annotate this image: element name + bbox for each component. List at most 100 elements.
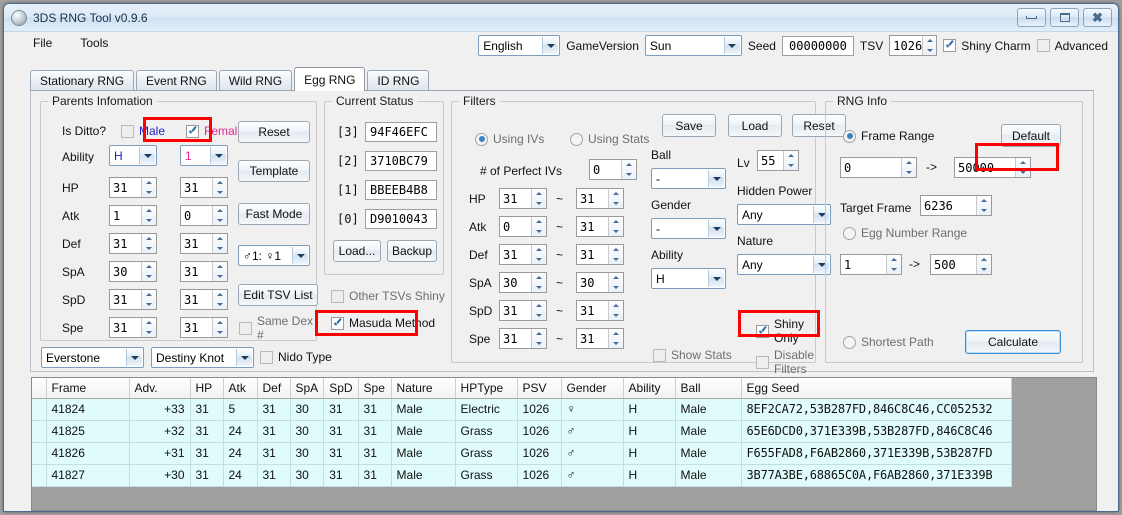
- spin-down-icon[interactable]: [1016, 168, 1030, 178]
- column-header-def[interactable]: Def: [257, 378, 291, 399]
- spin-buttons[interactable]: [212, 262, 227, 281]
- spin-down-icon[interactable]: [532, 311, 546, 321]
- target-frame-stepper[interactable]: 6236: [920, 195, 992, 216]
- ability-male-select[interactable]: H: [109, 145, 157, 166]
- parent-male-spa-stepper[interactable]: 30: [109, 261, 157, 282]
- hidden-power-select[interactable]: Any: [737, 204, 831, 225]
- cell-ability[interactable]: H: [623, 464, 676, 487]
- cell-nature[interactable]: Male: [391, 420, 456, 443]
- egg-to-stepper[interactable]: 500: [930, 254, 992, 275]
- fast-mode-button[interactable]: Fast Mode: [238, 203, 310, 225]
- spin-down-icon[interactable]: [609, 255, 623, 265]
- cell-psv[interactable]: 1026: [517, 464, 562, 487]
- spin-up-icon[interactable]: [609, 273, 623, 283]
- default-button[interactable]: Default: [1001, 124, 1061, 147]
- cell-hp[interactable]: 31: [190, 398, 224, 421]
- filters-load-button[interactable]: Load: [728, 114, 782, 137]
- spin-buttons[interactable]: [212, 178, 227, 197]
- spin-up-icon[interactable]: [213, 318, 227, 328]
- filter-spe-max-stepper[interactable]: 31: [576, 328, 624, 349]
- cell-nature[interactable]: Male: [391, 442, 456, 465]
- parent-female-spd-stepper[interactable]: 31: [180, 289, 228, 310]
- menu-item-file[interactable]: File: [30, 35, 55, 51]
- parent-female-def-stepper[interactable]: 31: [180, 233, 228, 254]
- filter-def-max-stepper[interactable]: 31: [576, 244, 624, 265]
- calculate-button[interactable]: Calculate: [965, 330, 1061, 354]
- cell-spd[interactable]: 31: [323, 442, 359, 465]
- cell-def[interactable]: 31: [257, 420, 291, 443]
- status-seed-input-0[interactable]: 94F46EFC: [365, 122, 437, 142]
- spin-buttons[interactable]: [212, 206, 227, 225]
- column-header-hptype[interactable]: HPType: [455, 378, 518, 399]
- cell-spd[interactable]: 31: [323, 464, 359, 487]
- spin-up-icon[interactable]: [784, 151, 798, 161]
- cell-def[interactable]: 31: [257, 442, 291, 465]
- spin-up-icon[interactable]: [142, 262, 156, 272]
- cell-spd[interactable]: 31: [323, 398, 359, 421]
- spin-buttons[interactable]: [886, 255, 901, 274]
- close-button[interactable]: ✖: [1083, 8, 1112, 27]
- spin-buttons[interactable]: [212, 318, 227, 337]
- spin-down-icon[interactable]: [142, 300, 156, 310]
- table-row[interactable]: 41825 +32 31 24 31 30 31 31 Male Grass 1026 ♂ H Male 6…: [32, 420, 1012, 443]
- language-select[interactable]: English: [478, 35, 561, 56]
- cell-frame[interactable]: 41825: [46, 420, 130, 443]
- shortest-path-radio[interactable]: Shortest Path: [843, 335, 934, 349]
- cell-egg-seed[interactable]: 3B77A3BE,68865C0A,F6AB2860,371E339B: [741, 464, 1012, 487]
- spin-buttons[interactable]: [141, 318, 156, 337]
- cell-psv[interactable]: 1026: [517, 442, 562, 465]
- cell-gender[interactable]: ♂: [561, 420, 624, 443]
- spin-buttons[interactable]: [531, 189, 546, 208]
- spin-buttons[interactable]: [976, 196, 991, 215]
- spin-up-icon[interactable]: [609, 301, 623, 311]
- column-header-psv[interactable]: PSV: [517, 378, 562, 399]
- table-row[interactable]: 41827 +30 31 24 31 30 31 31 Male Grass 1026 ♂ H Male 3…: [32, 464, 1012, 487]
- masuda-method-checkbox[interactable]: Masuda Method: [331, 316, 435, 330]
- tsv-stepper[interactable]: 1026: [889, 35, 938, 56]
- spin-up-icon[interactable]: [213, 290, 227, 300]
- spin-up-icon[interactable]: [213, 206, 227, 216]
- spin-up-icon[interactable]: [142, 234, 156, 244]
- parent-female-spa-stepper[interactable]: 31: [180, 261, 228, 282]
- filter-spd-min-stepper[interactable]: 31: [499, 300, 547, 321]
- game-version-select[interactable]: Sun: [644, 35, 742, 56]
- spin-down-icon[interactable]: [622, 170, 636, 180]
- spin-up-icon[interactable]: [609, 217, 623, 227]
- cell-spa[interactable]: 30: [290, 464, 325, 487]
- cell-spe[interactable]: 31: [358, 464, 392, 487]
- filter-nature-select[interactable]: Any: [737, 254, 831, 275]
- spin-up-icon[interactable]: [142, 290, 156, 300]
- cell-hp[interactable]: 31: [190, 420, 224, 443]
- tab-stationary-rng[interactable]: Stationary RNG: [30, 70, 135, 90]
- filter-hp-min-stepper[interactable]: 31: [499, 188, 547, 209]
- spin-down-icon[interactable]: [977, 265, 991, 275]
- frame-range-radio[interactable]: Frame Range: [843, 129, 934, 143]
- column-header-adv[interactable]: Adv.: [129, 378, 191, 399]
- parent-male-hp-stepper[interactable]: 31: [109, 177, 157, 198]
- filter-spd-max-stepper[interactable]: 31: [576, 300, 624, 321]
- column-header-spd[interactable]: SpD: [323, 378, 359, 399]
- egg-from-stepper[interactable]: 1: [840, 254, 902, 275]
- spin-up-icon[interactable]: [142, 178, 156, 188]
- spin-up-icon[interactable]: [609, 245, 623, 255]
- spin-buttons[interactable]: [608, 245, 623, 264]
- spin-up-icon[interactable]: [1016, 158, 1030, 168]
- parent-female-atk-stepper[interactable]: 0: [180, 205, 228, 226]
- spin-buttons[interactable]: [141, 206, 156, 225]
- menu-item-tools[interactable]: Tools: [77, 35, 111, 51]
- cell-ball[interactable]: Male: [675, 442, 742, 465]
- filters-save-button[interactable]: Save: [662, 114, 716, 137]
- tab-event-rng[interactable]: Event RNG: [136, 70, 217, 90]
- spin-buttons[interactable]: [608, 217, 623, 236]
- cell-atk[interactable]: 24: [223, 464, 258, 487]
- parent-male-spe-stepper[interactable]: 31: [109, 317, 157, 338]
- results-grid[interactable]: Frame Adv. HP Atk Def SpA SpD Spe Nature…: [31, 377, 1097, 511]
- spin-up-icon[interactable]: [887, 255, 901, 265]
- status-seed-input-1[interactable]: 3710BC79: [365, 151, 437, 171]
- status-seed-input-2[interactable]: BBEEB4B8: [365, 180, 437, 200]
- spin-buttons[interactable]: [531, 273, 546, 292]
- parent-male-spd-stepper[interactable]: 31: [109, 289, 157, 310]
- spin-up-icon[interactable]: [977, 196, 991, 206]
- spin-buttons[interactable]: [141, 262, 156, 281]
- spin-buttons[interactable]: [531, 301, 546, 320]
